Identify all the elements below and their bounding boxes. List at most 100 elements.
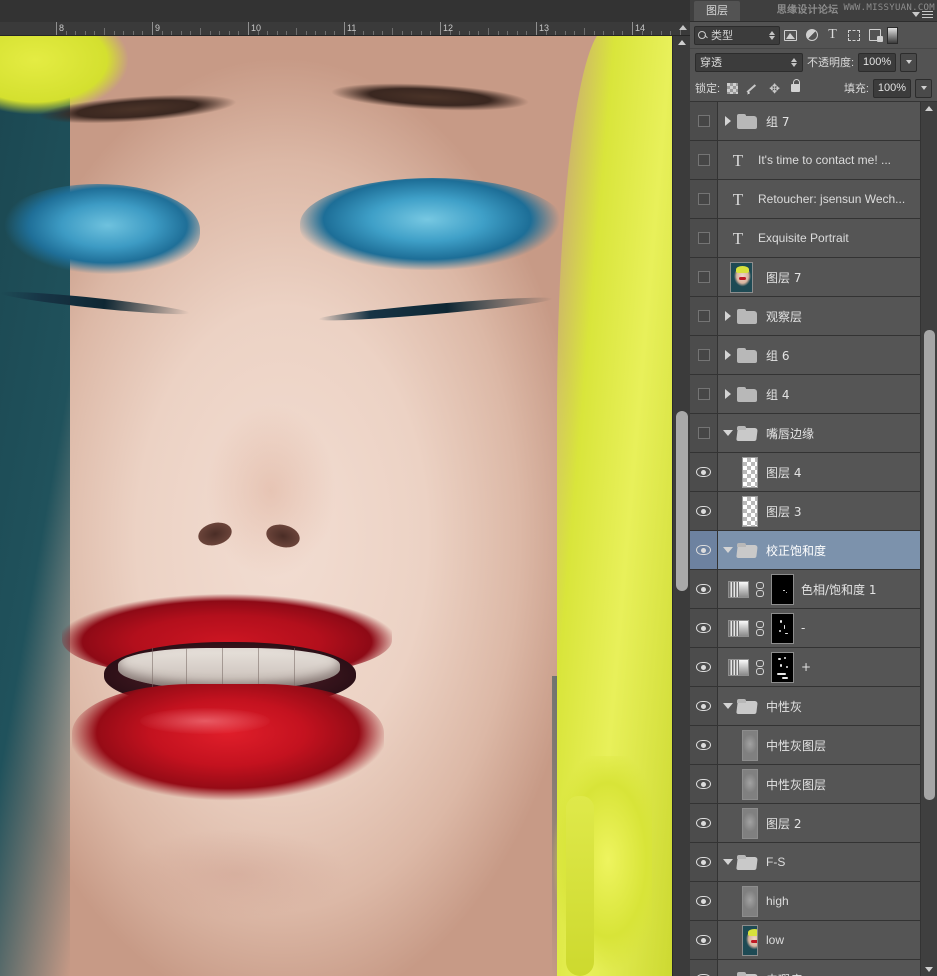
table-row[interactable]: 中性灰图层 [690, 726, 920, 765]
table-row-selected[interactable]: 校正饱和度 [690, 531, 920, 570]
visibility-toggle[interactable] [690, 609, 718, 647]
group-disclosure[interactable] [718, 703, 737, 709]
horizontal-ruler[interactable]: 8 9 10 11 12 13 14 [0, 22, 690, 36]
layer-thumbnail[interactable] [724, 885, 758, 918]
table-row[interactable]: F-S [690, 843, 920, 882]
link-mask-icon[interactable] [754, 619, 766, 637]
tab-layers[interactable]: 图层 [694, 1, 740, 21]
layer-thumbnail[interactable] [724, 924, 758, 957]
lock-paint-icon[interactable] [745, 80, 762, 97]
group-disclosure[interactable] [718, 116, 737, 126]
table-row[interactable]: + [690, 648, 920, 687]
table-row[interactable]: 组 6 [690, 336, 920, 375]
visibility-toggle[interactable] [690, 726, 718, 764]
table-row[interactable]: low [690, 921, 920, 960]
visibility-toggle[interactable] [690, 648, 718, 686]
layer-thumbnail[interactable] [724, 768, 758, 801]
scroll-down-arrow-icon[interactable] [925, 967, 933, 972]
layer-mask-thumbnail[interactable] [771, 612, 794, 644]
visibility-toggle[interactable] [690, 414, 718, 452]
table-row[interactable]: high [690, 882, 920, 921]
table-row[interactable]: 嘴唇边缘 [690, 414, 920, 453]
smart-object-filter-icon[interactable] [864, 26, 885, 45]
lock-all-icon[interactable] [787, 79, 804, 97]
canvas-scrollbar-thumb[interactable] [676, 411, 688, 591]
blend-stepper-icon[interactable] [791, 57, 797, 67]
hue-saturation-adjustment-icon[interactable] [728, 619, 749, 637]
visibility-toggle[interactable] [690, 180, 718, 218]
layer-mask-thumbnail[interactable] [771, 651, 794, 683]
visibility-toggle[interactable] [690, 765, 718, 803]
fill-dropdown-button[interactable] [915, 78, 932, 98]
visibility-toggle[interactable] [690, 258, 718, 296]
table-row[interactable]: - [690, 609, 920, 648]
visibility-toggle[interactable] [690, 219, 718, 257]
group-disclosure[interactable] [718, 430, 737, 436]
group-disclosure[interactable] [718, 311, 737, 321]
canvas-vertical-scrollbar[interactable] [672, 36, 690, 976]
visibility-toggle[interactable] [690, 570, 718, 608]
table-row[interactable]: 图层 7 [690, 258, 920, 297]
table-row[interactable]: 图层 2 [690, 804, 920, 843]
fill-input[interactable]: 100% [873, 78, 911, 98]
layers-vertical-scrollbar[interactable] [920, 102, 937, 976]
table-row[interactable]: T Retoucher: jsensun Wech... [690, 180, 920, 219]
group-disclosure[interactable] [718, 389, 737, 399]
visibility-toggle[interactable] [690, 297, 718, 335]
visibility-toggle[interactable] [690, 336, 718, 374]
layers-scrollbar-thumb[interactable] [924, 330, 935, 800]
lock-move-icon[interactable]: ✥ [766, 80, 783, 97]
group-disclosure[interactable] [718, 859, 737, 865]
visibility-toggle[interactable] [690, 492, 718, 530]
layer-thumbnail[interactable] [724, 807, 758, 840]
visibility-toggle[interactable] [690, 804, 718, 842]
hue-saturation-adjustment-icon[interactable] [728, 580, 749, 598]
opacity-input[interactable]: 100% [858, 52, 897, 72]
table-row[interactable]: 组 4 [690, 375, 920, 414]
visibility-toggle[interactable] [690, 141, 718, 179]
visibility-toggle[interactable] [690, 531, 718, 569]
hue-saturation-adjustment-icon[interactable] [728, 658, 749, 676]
group-disclosure[interactable] [718, 547, 737, 553]
group-disclosure[interactable] [718, 350, 737, 360]
visibility-toggle[interactable] [690, 102, 718, 140]
text-filter-icon[interactable]: T [822, 26, 843, 45]
table-row[interactable]: 色相/饱和度 1 [690, 570, 920, 609]
layer-thumbnail[interactable] [724, 729, 758, 762]
blend-mode-select[interactable]: 穿透 [695, 52, 803, 72]
table-row[interactable]: 去瑕疵 [690, 960, 920, 976]
adjustment-filter-icon[interactable] [801, 26, 822, 45]
filter-toggle-icon[interactable] [887, 26, 898, 44]
layer-list-container[interactable]: 组 7 T It's time to contact me! ... T Ret… [690, 101, 937, 976]
lock-transparent-icon[interactable] [724, 80, 741, 97]
visibility-toggle[interactable] [690, 453, 718, 491]
link-mask-icon[interactable] [754, 580, 766, 598]
table-row[interactable]: 组 7 [690, 102, 920, 141]
visibility-toggle[interactable] [690, 882, 718, 920]
scroll-up-arrow-icon[interactable] [678, 40, 686, 45]
layer-thumbnail[interactable] [724, 261, 758, 294]
layer-mask-thumbnail[interactable] [771, 573, 794, 605]
opacity-dropdown-button[interactable] [900, 52, 918, 72]
table-row[interactable]: 中性灰 [690, 687, 920, 726]
shape-filter-icon[interactable] [843, 26, 864, 45]
table-row[interactable]: 中性灰图层 [690, 765, 920, 804]
layer-thumbnail[interactable] [724, 456, 758, 489]
filter-type-select[interactable]: 类型 [694, 25, 780, 45]
visibility-toggle[interactable] [690, 687, 718, 725]
scroll-up-arrow-icon[interactable] [925, 106, 933, 111]
table-row[interactable]: T It's time to contact me! ... [690, 141, 920, 180]
image-filter-icon[interactable] [780, 26, 801, 45]
visibility-toggle[interactable] [690, 921, 718, 959]
filter-stepper-icon[interactable] [769, 30, 775, 40]
table-row[interactable]: 观察层 [690, 297, 920, 336]
visibility-toggle[interactable] [690, 960, 718, 976]
table-row[interactable]: T Exquisite Portrait [690, 219, 920, 258]
panel-menu-button[interactable] [912, 11, 933, 18]
layer-thumbnail[interactable] [724, 495, 758, 528]
table-row[interactable]: 图层 4 [690, 453, 920, 492]
portrait-artwork[interactable] [0, 36, 672, 976]
document-canvas-area[interactable]: 8 9 10 11 12 13 14 [0, 0, 690, 976]
visibility-toggle[interactable] [690, 375, 718, 413]
visibility-toggle[interactable] [690, 843, 718, 881]
